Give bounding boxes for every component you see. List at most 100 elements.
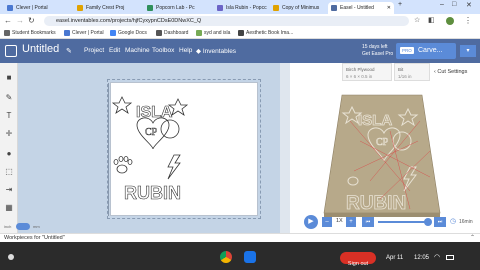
- menu-toolbox[interactable]: Toolbox: [152, 47, 174, 54]
- menu-help[interactable]: Help: [179, 47, 192, 54]
- date-text[interactable]: Apr 11: [386, 255, 403, 261]
- design-canvas[interactable]: ISLA CP RUBIN: [18, 63, 290, 233]
- speed-down-button[interactable]: –: [322, 217, 332, 227]
- browser-tab[interactable]: Family Crest Proj: [74, 2, 142, 14]
- bookmark-item[interactable]: Student Bookmarks: [4, 30, 56, 36]
- sign-out-button[interactable]: Sign out: [340, 252, 376, 267]
- bookmarks-bar: Student Bookmarks Clever | Portal Google…: [0, 28, 480, 39]
- tennis-ball-icon: [160, 119, 180, 139]
- wifi-icon[interactable]: ◠: [434, 253, 440, 261]
- bookmark-label: syd and isla: [204, 30, 231, 36]
- browser-tab[interactable]: Popcorn Lab - Pc: [144, 2, 212, 14]
- new-tab-icon[interactable]: +: [398, 1, 402, 8]
- preview-text-bottom: RUBIN: [346, 193, 406, 214]
- easel-app-bar: Untitled ✎ Project Edit Machine Toolbox …: [0, 39, 480, 63]
- menu-edit[interactable]: Edit: [109, 47, 120, 54]
- browser-tab[interactable]: Copy of Minimus: [270, 2, 326, 14]
- unit-toggle[interactable]: inch mm: [4, 223, 44, 231]
- profile-avatar[interactable]: [446, 17, 454, 25]
- bookmark-label: Clever | Portal: [72, 30, 104, 36]
- speed-value: 1X: [336, 218, 343, 224]
- unit-inch-label: inch: [4, 224, 12, 229]
- playback-bar: ▶ – 1X + ⏮ ⏭ ◷ 16min: [304, 215, 474, 229]
- progress-handle[interactable]: [424, 218, 432, 226]
- skip-back-button[interactable]: ⏮: [362, 217, 374, 227]
- shapes-icon[interactable]: ■: [4, 73, 14, 83]
- bookmark-icon: [110, 30, 116, 36]
- text-icon[interactable]: T: [4, 111, 14, 121]
- chrome-icon[interactable]: [220, 251, 232, 263]
- inventables-label: Inventables: [202, 48, 237, 55]
- forward-icon[interactable]: →: [16, 16, 24, 25]
- carve-button[interactable]: PRO Carve...: [396, 43, 456, 59]
- battery-icon[interactable]: [446, 255, 454, 260]
- reload-icon[interactable]: ↻: [28, 16, 35, 25]
- design-text-mono: CP: [145, 127, 158, 138]
- carve-label: Carve...: [418, 47, 443, 54]
- edit-title-icon[interactable]: ✎: [66, 47, 72, 55]
- launcher-icon[interactable]: [8, 254, 14, 260]
- import-icon[interactable]: ⬚: [4, 167, 14, 177]
- export-icon[interactable]: ⇥: [4, 185, 14, 195]
- progress-track[interactable]: [378, 221, 430, 223]
- panel-divider[interactable]: [280, 63, 290, 233]
- bit-selector[interactable]: Bit 1/16 in: [394, 63, 430, 81]
- browser-menu-icon[interactable]: ⋮: [464, 16, 472, 25]
- workpieces-bar: Workpieces for "Untitled" ⌃: [0, 233, 480, 242]
- paw-icon: [113, 156, 133, 174]
- lightning-icon: [167, 154, 181, 180]
- pen-icon[interactable]: ✎: [4, 93, 14, 103]
- cursor-icon[interactable]: ✛: [4, 129, 14, 139]
- browser-tab[interactable]: Isla Rubin - Popcc: [214, 2, 268, 14]
- tab-label: Copy of Minimus: [282, 5, 320, 11]
- menu-project[interactable]: Project: [84, 47, 104, 54]
- meet-icon[interactable]: [244, 251, 256, 263]
- tab-label: Easel - Untitled: [340, 5, 374, 11]
- logo-icon: [5, 45, 17, 57]
- maximize-icon[interactable]: □: [452, 1, 456, 8]
- tab-label: Clever | Portal: [16, 5, 48, 11]
- bookmark-item[interactable]: syd and isla: [196, 30, 230, 36]
- project-title[interactable]: Untitled: [22, 43, 59, 55]
- bookmark-label: Google Docs: [118, 30, 147, 36]
- cut-icon[interactable]: ▦: [4, 203, 14, 213]
- browser-tab-active[interactable]: Easel - Untitled ✕: [328, 2, 394, 14]
- browser-tab[interactable]: Clever | Portal: [4, 2, 72, 14]
- workpieces-label[interactable]: Workpieces for "Untitled": [4, 235, 65, 241]
- bookmark-label: Aesthetic Book Ima...: [246, 30, 294, 36]
- close-tab-icon[interactable]: ✕: [387, 2, 391, 14]
- unit-switch[interactable]: [16, 223, 30, 230]
- bookmark-item[interactable]: Clever | Portal: [64, 30, 104, 36]
- material-size: 6 × 6 × 0.5 in: [346, 74, 373, 79]
- preview-text-mono: CP: [376, 137, 389, 148]
- trial-days: 15 days left: [362, 44, 388, 50]
- carve-dropdown-icon[interactable]: ▾: [460, 45, 476, 57]
- bookmark-icon: [64, 30, 70, 36]
- apps-icon[interactable]: ●: [4, 149, 14, 159]
- minimize-icon[interactable]: –: [440, 1, 444, 8]
- url-field[interactable]: easel.inventables.com/projects/hjfCyxypn…: [44, 16, 409, 26]
- speed-up-button[interactable]: +: [346, 217, 356, 227]
- star-icon[interactable]: ☆: [414, 16, 420, 24]
- get-pro-link[interactable]: Get Easel Pro: [362, 51, 393, 57]
- bookmark-item[interactable]: Dashboard: [156, 30, 188, 36]
- os-taskbar: Sign out Apr 11 12:05 ◠: [0, 242, 480, 270]
- tab-favicon-icon: [331, 5, 337, 11]
- bit-label: Bit: [398, 67, 404, 72]
- material-selector[interactable]: Birch Plywood 6 × 6 × 0.5 in: [342, 63, 392, 81]
- extensions-icon[interactable]: ◧: [428, 16, 435, 24]
- inventables-link[interactable]: ◆ Inventables: [196, 47, 236, 55]
- bit-size: 1/16 in: [398, 74, 412, 79]
- preview-text-top: ISLA: [358, 112, 392, 129]
- workpieces-chevron-icon[interactable]: ⌃: [470, 234, 475, 241]
- skip-forward-button[interactable]: ⏭: [434, 217, 446, 227]
- bookmark-icon: [4, 30, 10, 36]
- menu-machine[interactable]: Machine: [125, 47, 150, 54]
- cut-settings-link[interactable]: ‹ Cut Settings: [434, 69, 467, 75]
- bookmark-item[interactable]: Aesthetic Book Ima...: [238, 30, 293, 36]
- time-text[interactable]: 12:05: [414, 255, 429, 261]
- play-button[interactable]: ▶: [304, 215, 318, 229]
- back-icon[interactable]: ←: [4, 16, 12, 25]
- close-window-icon[interactable]: ✕: [466, 1, 472, 9]
- bookmark-item[interactable]: Google Docs: [110, 30, 147, 36]
